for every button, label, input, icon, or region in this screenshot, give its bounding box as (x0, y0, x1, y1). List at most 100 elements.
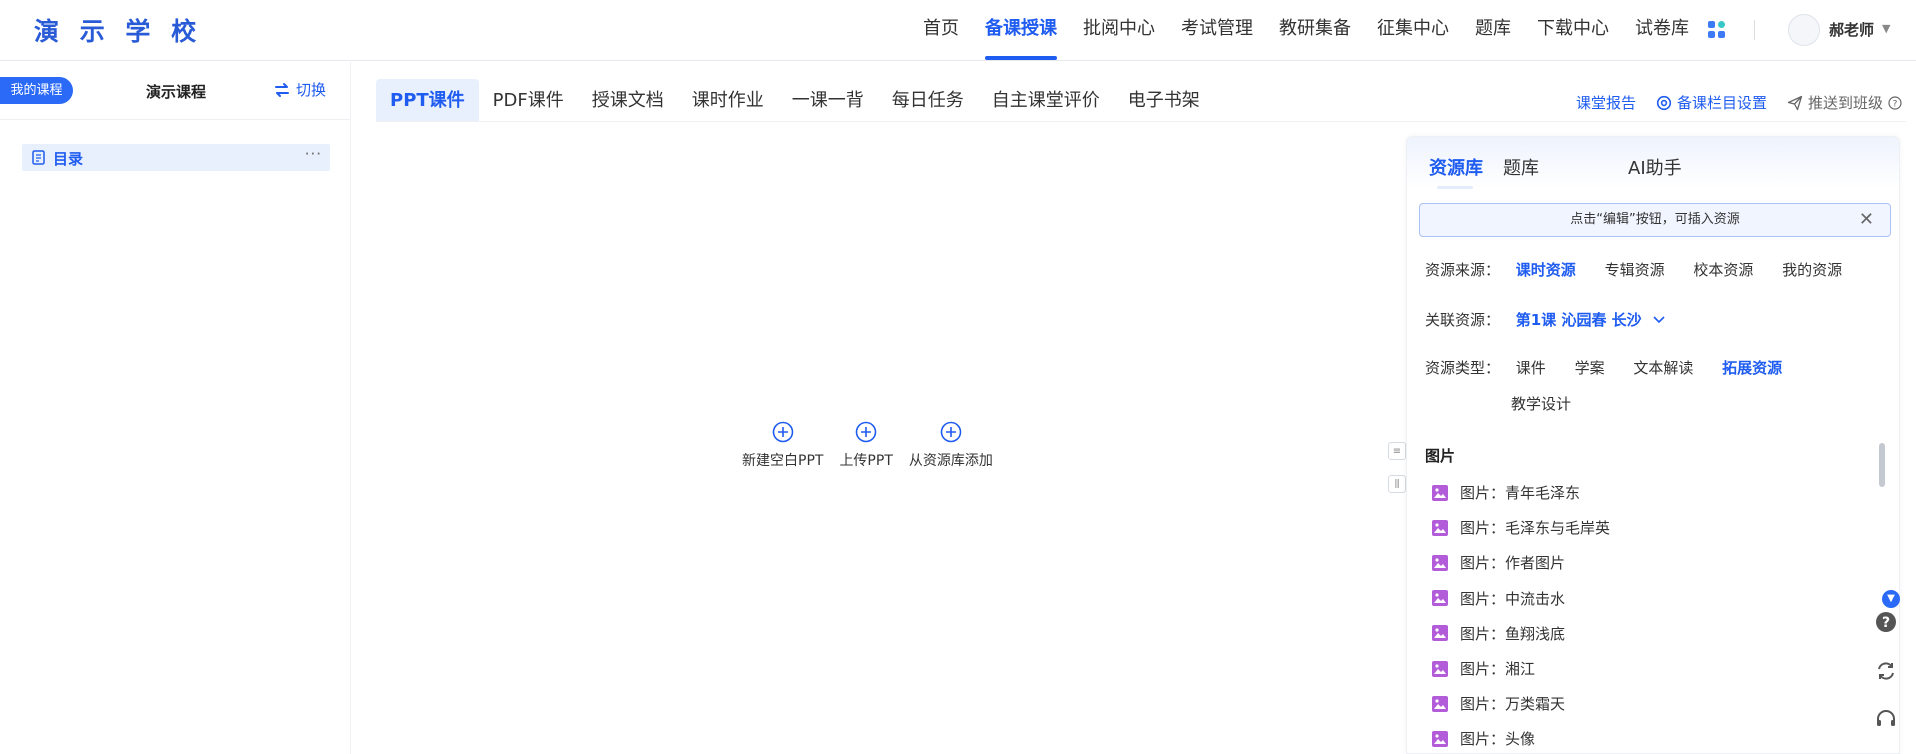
settings-icon (1656, 95, 1672, 110)
scrollbar[interactable] (1879, 443, 1885, 487)
push-to-class-button[interactable]: 推送到班级 ? (1787, 92, 1902, 113)
list-item[interactable]: 图片：中流击水 (1407, 581, 1877, 616)
list-item[interactable]: 图片：毛泽东与毛岸英 (1407, 510, 1877, 545)
list-item-label: 图片：万类霜天 (1460, 695, 1566, 714)
list-item-label: 图片：青年毛泽东 (1460, 484, 1581, 503)
switch-label: 切换 (296, 81, 327, 99)
more-icon[interactable]: ··· (305, 145, 322, 163)
list-item[interactable]: 图片：万类霜天 (1407, 686, 1877, 721)
add-from-library-button[interactable]: 从资源库添加 (909, 421, 993, 470)
image-icon (1432, 519, 1448, 536)
nav-collection[interactable]: 征集中心 (1364, 0, 1462, 61)
content-tabs: PPT课件 PDF课件 授课文档 课时作业 一课一背 每日任务 自主课堂评价 电… (376, 79, 1214, 122)
chevron-down-icon[interactable]: ▼ (1882, 22, 1890, 35)
send-icon (1787, 95, 1803, 110)
image-icon (1432, 730, 1448, 747)
tab-recitation[interactable]: 一课一背 (778, 79, 878, 122)
image-icon (1432, 484, 1448, 501)
list-item[interactable]: 图片：头像 (1407, 721, 1877, 753)
toc-label: 目录 (53, 150, 84, 168)
tab-lecture-doc[interactable]: 授课文档 (578, 79, 678, 122)
nav-grading[interactable]: 批阅中心 (1070, 0, 1168, 61)
type-option-courseware[interactable]: 课件 (1516, 357, 1546, 378)
nav-download[interactable]: 下载中心 (1524, 0, 1622, 61)
nav-research[interactable]: 教研集备 (1266, 0, 1364, 61)
nav-paper-bank[interactable]: 试卷库 (1622, 0, 1702, 61)
tab-ppt[interactable]: PPT课件 (376, 79, 479, 122)
tab-pdf[interactable]: PDF课件 (479, 79, 578, 122)
tab-daily-task[interactable]: 每日任务 (878, 79, 978, 122)
split-view-icon[interactable]: ⫼ (1388, 475, 1406, 493)
nav-question-bank[interactable]: 题库 (1462, 0, 1524, 61)
type-option-text-analysis[interactable]: 文本解读 (1633, 357, 1693, 378)
apps-grid-icon[interactable] (1708, 21, 1726, 39)
type-filter-row2: 教学设计 (1511, 393, 1595, 414)
resource-panel: 资源库 题库 AI助手 点击“编辑”按钮，可插入资源 ✕ 资源来源： 课时资源 … (1406, 136, 1900, 754)
nav-exam[interactable]: 考试管理 (1168, 0, 1266, 61)
source-option-lesson[interactable]: 课时资源 (1516, 259, 1576, 280)
list-item[interactable]: 图片：青年毛泽东 (1407, 475, 1877, 510)
chevron-down-icon[interactable] (1652, 315, 1666, 325)
list-item[interactable]: 图片：湘江 (1407, 651, 1877, 686)
nav-lesson-prep[interactable]: 备课授课 (972, 0, 1070, 61)
tab-ebook[interactable]: 电子书架 (1114, 79, 1214, 122)
tab-homework[interactable]: 课时作业 (678, 79, 778, 122)
chevron-down-icon[interactable]: ▼ (1882, 590, 1900, 608)
upload-ppt-button[interactable]: 上传PPT (839, 421, 893, 470)
new-blank-ppt-button[interactable]: 新建空白PPT (742, 421, 823, 470)
type-filter-label: 资源类型： (1425, 359, 1501, 377)
tab-indicator (1437, 186, 1473, 189)
tab-ai-assistant[interactable]: AI助手 (1628, 154, 1682, 180)
class-report-link[interactable]: 课堂报告 (1576, 92, 1636, 113)
plus-circle-icon (772, 421, 794, 443)
nav-home[interactable]: 首页 (910, 0, 972, 61)
related-filter-label: 关联资源： (1425, 311, 1501, 329)
svg-text:?: ? (1893, 99, 1898, 109)
list-item[interactable]: 图片：鱼翔浅底 (1407, 616, 1877, 651)
push-label: 推送到班级 (1807, 94, 1883, 112)
image-icon (1432, 625, 1448, 642)
list-item-label: 图片：湘江 (1460, 660, 1536, 679)
school-logo[interactable]: 演 示 学 校 (34, 12, 202, 48)
resource-list: 图片：青年毛泽东 图片：毛泽东与毛岸英 图片：作者图片 图片：中流击水 图片：鱼… (1407, 475, 1877, 753)
source-option-school[interactable]: 校本资源 (1693, 259, 1753, 280)
avatar[interactable] (1788, 14, 1820, 46)
source-option-mine[interactable]: 我的资源 (1782, 259, 1842, 280)
course-name: 演示课程 (146, 83, 207, 101)
plus-circle-icon (855, 421, 877, 443)
type-filter: 资源类型： 课件 学案 文本解读 拓展资源 (1425, 357, 1806, 378)
course-sidebar: 我的课程 演示课程 切换 目录 ··· (0, 62, 351, 754)
list-item-label: 图片：毛泽东与毛岸英 (1460, 519, 1611, 538)
collapse-panel-icon[interactable]: ≡ (1388, 442, 1406, 460)
source-option-album[interactable]: 专辑资源 (1605, 259, 1665, 280)
type-option-study-plan[interactable]: 学案 (1575, 357, 1605, 378)
related-lesson-select[interactable]: 第1课 沁园春 长沙 (1516, 311, 1642, 329)
image-icon (1432, 660, 1448, 677)
close-icon[interactable]: ✕ (1859, 204, 1874, 236)
related-filter: 关联资源： 第1课 沁园春 长沙 (1425, 309, 1666, 330)
user-name[interactable]: 郝老师 (1829, 19, 1874, 40)
help-icon[interactable]: ? (1875, 611, 1897, 633)
refresh-icon[interactable] (1875, 660, 1897, 682)
tab-question-bank[interactable]: 题库 (1503, 154, 1539, 180)
empty-state-actions: 新建空白PPT 上传PPT 从资源库添加 (742, 421, 993, 470)
type-option-extension[interactable]: 拓展资源 (1722, 357, 1782, 378)
column-settings-button[interactable]: 备课栏目设置 (1656, 92, 1767, 113)
switch-course-button[interactable]: 切换 (274, 79, 326, 100)
list-item[interactable]: 图片：作者图片 (1407, 545, 1877, 580)
panel-side-tools: ≡ ⫼ (1388, 442, 1406, 508)
toc-item[interactable]: 目录 ··· (22, 144, 330, 171)
headset-icon[interactable] (1875, 708, 1897, 730)
help-circle-icon[interactable]: ? (1888, 95, 1902, 110)
header-divider (1754, 20, 1755, 40)
image-icon (1432, 695, 1448, 712)
tab-resource-library[interactable]: 资源库 (1429, 154, 1483, 180)
source-filter: 资源来源： 课时资源 专辑资源 校本资源 我的资源 (1425, 259, 1866, 280)
image-icon (1432, 590, 1448, 607)
list-item-label: 图片：头像 (1460, 730, 1536, 749)
my-course-badge[interactable]: 我的课程 (0, 77, 73, 104)
type-option-teaching-design[interactable]: 教学设计 (1511, 393, 1571, 414)
tab-self-eval[interactable]: 自主课堂评价 (978, 79, 1114, 122)
image-icon (1432, 554, 1448, 571)
main-nav: 首页 备课授课 批阅中心 考试管理 教研集备 征集中心 题库 下载中心 试卷库 (910, 0, 1702, 61)
